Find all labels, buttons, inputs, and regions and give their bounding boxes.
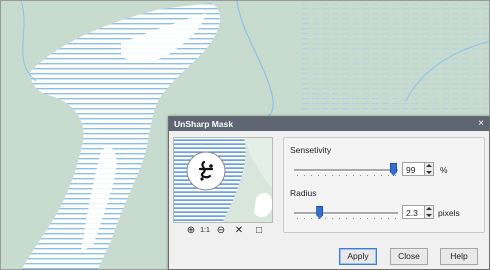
radius-unit: pixels xyxy=(438,208,460,218)
zoom-in-icon[interactable]: ⊕ xyxy=(185,225,197,237)
preview-image xyxy=(174,138,272,222)
sensitivity-spinbox[interactable]: 99 xyxy=(402,162,434,176)
radius-slider-track[interactable] xyxy=(294,212,398,215)
spin-up-icon[interactable] xyxy=(426,207,432,210)
radius-spinbox[interactable]: 2.3 xyxy=(402,205,434,219)
sensitivity-label: Sensetivity xyxy=(290,145,332,155)
spin-up-icon[interactable] xyxy=(426,164,432,167)
zoom-1to1-icon[interactable]: 1:1 xyxy=(199,225,211,237)
settings-group: Sensetivity 99 % Radius 2.3 pixels xyxy=(283,137,485,233)
radius-value: 2.3 xyxy=(406,208,418,218)
sensitivity-unit: % xyxy=(440,165,448,175)
close-icon[interactable]: × xyxy=(476,117,486,130)
sensitivity-slider-track[interactable] xyxy=(294,169,398,172)
preview-thumbnail[interactable] xyxy=(173,137,273,223)
sensitivity-spin-arrows[interactable] xyxy=(424,163,433,175)
help-button[interactable]: Help xyxy=(440,248,478,265)
zoom-out-icon[interactable]: ⊖ xyxy=(215,225,227,237)
cross-icon[interactable]: ✕ xyxy=(233,225,245,237)
unsharp-mask-dialog: UnSharp Mask × ⊕ 1:1 ⊖ ✕ □ Sensetivity 9… xyxy=(168,116,490,270)
radius-slider-ticks xyxy=(294,217,398,220)
spin-down-icon[interactable] xyxy=(426,214,432,217)
sensitivity-slider-ticks xyxy=(294,174,398,177)
spin-down-icon[interactable] xyxy=(426,171,432,174)
close-button[interactable]: Close xyxy=(390,248,428,265)
fit-frame-icon[interactable]: □ xyxy=(253,225,265,237)
apply-button[interactable]: Apply xyxy=(339,248,377,265)
dialog-titlebar[interactable]: UnSharp Mask × xyxy=(169,117,489,131)
sensitivity-value: 99 xyxy=(406,165,416,175)
radius-label: Radius xyxy=(290,188,317,198)
radius-spin-arrows[interactable] xyxy=(424,206,433,218)
dialog-title: UnSharp Mask xyxy=(174,119,234,129)
